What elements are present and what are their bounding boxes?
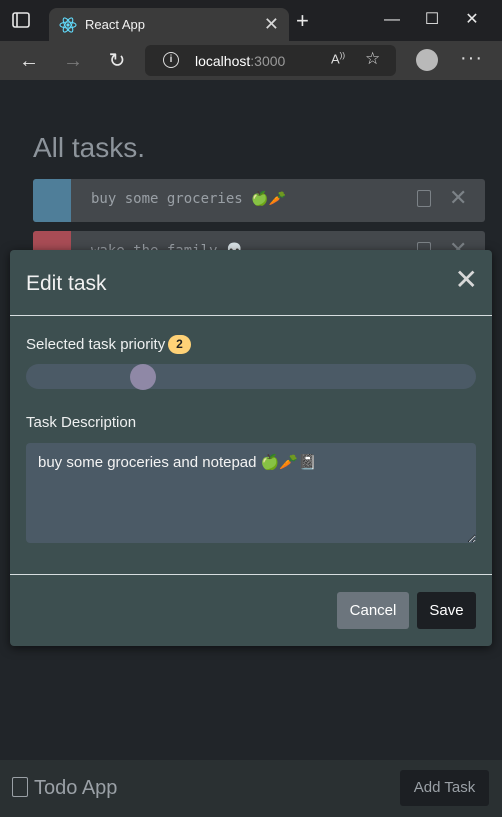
profile-icon[interactable] bbox=[416, 49, 438, 71]
close-window-icon[interactable]: ✕ bbox=[452, 5, 492, 35]
slider-thumb[interactable] bbox=[130, 364, 156, 390]
refresh-icon[interactable]: ↻ bbox=[104, 48, 130, 74]
add-task-button[interactable]: Add Task bbox=[400, 770, 489, 806]
priority-slider[interactable] bbox=[26, 364, 476, 390]
cancel-button[interactable]: Cancel bbox=[337, 592, 409, 629]
priority-badge: 2 bbox=[168, 335, 191, 354]
app-footer: Todo App Add Task bbox=[0, 760, 502, 817]
brand[interactable]: Todo App bbox=[12, 777, 117, 800]
page-title: All tasks. bbox=[33, 132, 146, 163]
info-icon[interactable]: i bbox=[163, 52, 179, 68]
browser-tab[interactable]: React App ✕ bbox=[49, 8, 289, 41]
modal-header-divider bbox=[10, 315, 492, 316]
url-bar[interactable]: i localhost:3000 A)) ☆ bbox=[145, 45, 396, 76]
forward-icon[interactable]: → bbox=[60, 48, 86, 74]
task-description: buy some groceries 🍏🥕 bbox=[91, 191, 287, 207]
browser-tab-bar: React App ✕ + — ☐ ✕ bbox=[0, 0, 502, 41]
tab-actions-icon[interactable] bbox=[12, 12, 32, 30]
address-bar-row: ← → ↻ i localhost:3000 A)) ☆ ··· bbox=[0, 41, 502, 80]
modal-footer-divider bbox=[10, 574, 492, 575]
minimize-icon[interactable]: — bbox=[372, 5, 412, 35]
notepad-icon bbox=[12, 777, 28, 797]
task-priority-marker bbox=[33, 179, 71, 222]
description-label: Task Description bbox=[26, 414, 137, 431]
task-description-input[interactable] bbox=[26, 443, 476, 543]
task-item[interactable]: buy some groceries 🍏🥕 ✕ bbox=[33, 179, 485, 222]
url-text[interactable]: localhost:3000 bbox=[195, 53, 285, 69]
tab-title: React App bbox=[85, 17, 145, 32]
favorites-icon[interactable]: ☆ bbox=[365, 49, 380, 69]
edit-task-modal: Edit task ✕ Selected task priority 2 Tas… bbox=[10, 250, 492, 646]
new-tab-icon[interactable]: + bbox=[296, 8, 309, 34]
save-button[interactable]: Save bbox=[417, 592, 476, 629]
clipboard-icon[interactable] bbox=[417, 190, 431, 207]
close-tab-icon[interactable]: ✕ bbox=[264, 14, 279, 35]
more-icon[interactable]: ··· bbox=[460, 47, 483, 70]
back-icon[interactable]: ← bbox=[16, 48, 42, 74]
maximize-icon[interactable]: ☐ bbox=[412, 5, 452, 35]
priority-label: Selected task priority bbox=[26, 336, 166, 353]
react-logo-icon bbox=[59, 16, 77, 34]
close-icon[interactable]: ✕ bbox=[455, 266, 478, 294]
delete-icon[interactable]: ✕ bbox=[449, 185, 467, 211]
read-aloud-icon[interactable]: A)) bbox=[331, 51, 345, 66]
brand-text: Todo App bbox=[34, 777, 118, 799]
modal-title: Edit task bbox=[26, 272, 107, 295]
